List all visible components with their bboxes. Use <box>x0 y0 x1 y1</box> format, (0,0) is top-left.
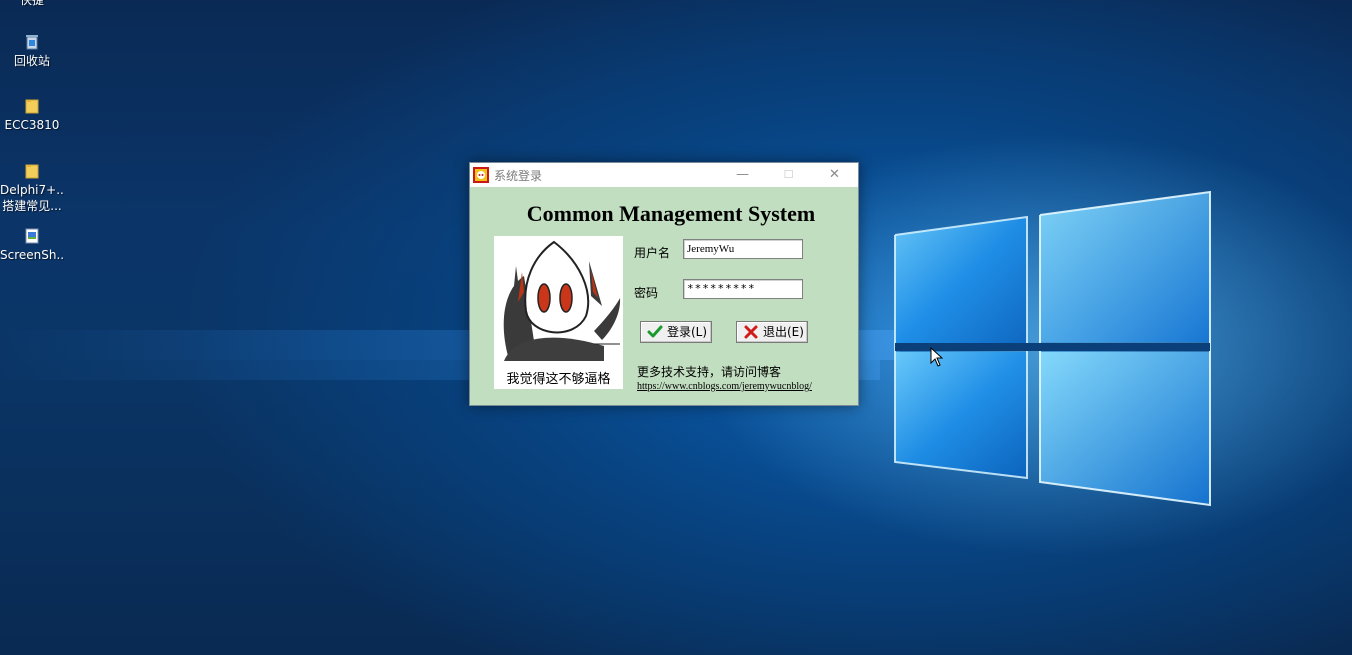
login-button[interactable]: 登录(L) <box>640 321 712 343</box>
app-icon <box>473 167 489 183</box>
password-input[interactable]: ********* <box>683 279 803 299</box>
desktop[interactable]: 快捷 回收站 ECC3810 Delphi7+... 搭建常见... Scree… <box>0 0 1352 655</box>
title-bar[interactable]: 系统登录 — ☐ ✕ <box>470 163 858 187</box>
mouse-cursor-icon <box>930 347 944 367</box>
checkmark-icon <box>647 324 663 340</box>
maximize-button[interactable]: ☐ <box>766 163 811 187</box>
desktop-icon-delphi7[interactable]: Delphi7+... 搭建常见... <box>0 163 64 214</box>
desktop-icon-ecc3810[interactable]: ECC3810 <box>0 98 64 133</box>
username-label: 用户名 <box>634 246 671 260</box>
desktop-icon-label: ScreenSh... <box>0 248 64 262</box>
minimize-button[interactable]: — <box>720 163 765 187</box>
desktop-icon-screenshot[interactable]: ScreenSh... <box>0 228 64 263</box>
image-file-icon <box>25 228 39 244</box>
blog-link[interactable]: https://www.cnblogs.com/jeremywucnblog/ <box>637 381 812 392</box>
exit-button[interactable]: 退出(E) <box>736 321 808 343</box>
desktop-icon-label: Delphi7+... <box>0 183 64 197</box>
close-button[interactable]: ✕ <box>812 163 857 187</box>
cross-icon <box>743 324 759 340</box>
meme-image: 我觉得这不够逼格 <box>494 236 623 389</box>
desktop-top-cut-label: 快捷 <box>19 0 44 7</box>
support-text: 更多技术支持，请访问博客 <box>637 365 782 379</box>
meme-creature-icon <box>503 240 621 361</box>
desktop-icon-label: 搭建常见... <box>2 199 62 213</box>
desktop-icon-recycle-bin[interactable]: 回收站 <box>0 34 64 69</box>
folder-icon <box>25 163 39 179</box>
folder-icon <box>25 98 39 114</box>
recycle-bin-icon <box>25 34 39 50</box>
exit-button-label: 退出(E) <box>763 325 804 339</box>
desktop-icon-label: 回收站 <box>13 54 50 68</box>
password-label: 密码 <box>634 286 659 300</box>
username-input[interactable]: JeremyWu <box>683 239 803 259</box>
app-title: Common Management System <box>526 201 816 226</box>
login-button-label: 登录(L) <box>667 325 708 339</box>
login-dialog[interactable]: 系统登录 — ☐ ✕ Common Management System 我觉得这… <box>469 162 859 406</box>
meme-caption: 我觉得这不够逼格 <box>506 372 611 387</box>
desktop-icon-label: ECC3810 <box>4 118 60 132</box>
window-title: 系统登录 <box>494 169 543 183</box>
